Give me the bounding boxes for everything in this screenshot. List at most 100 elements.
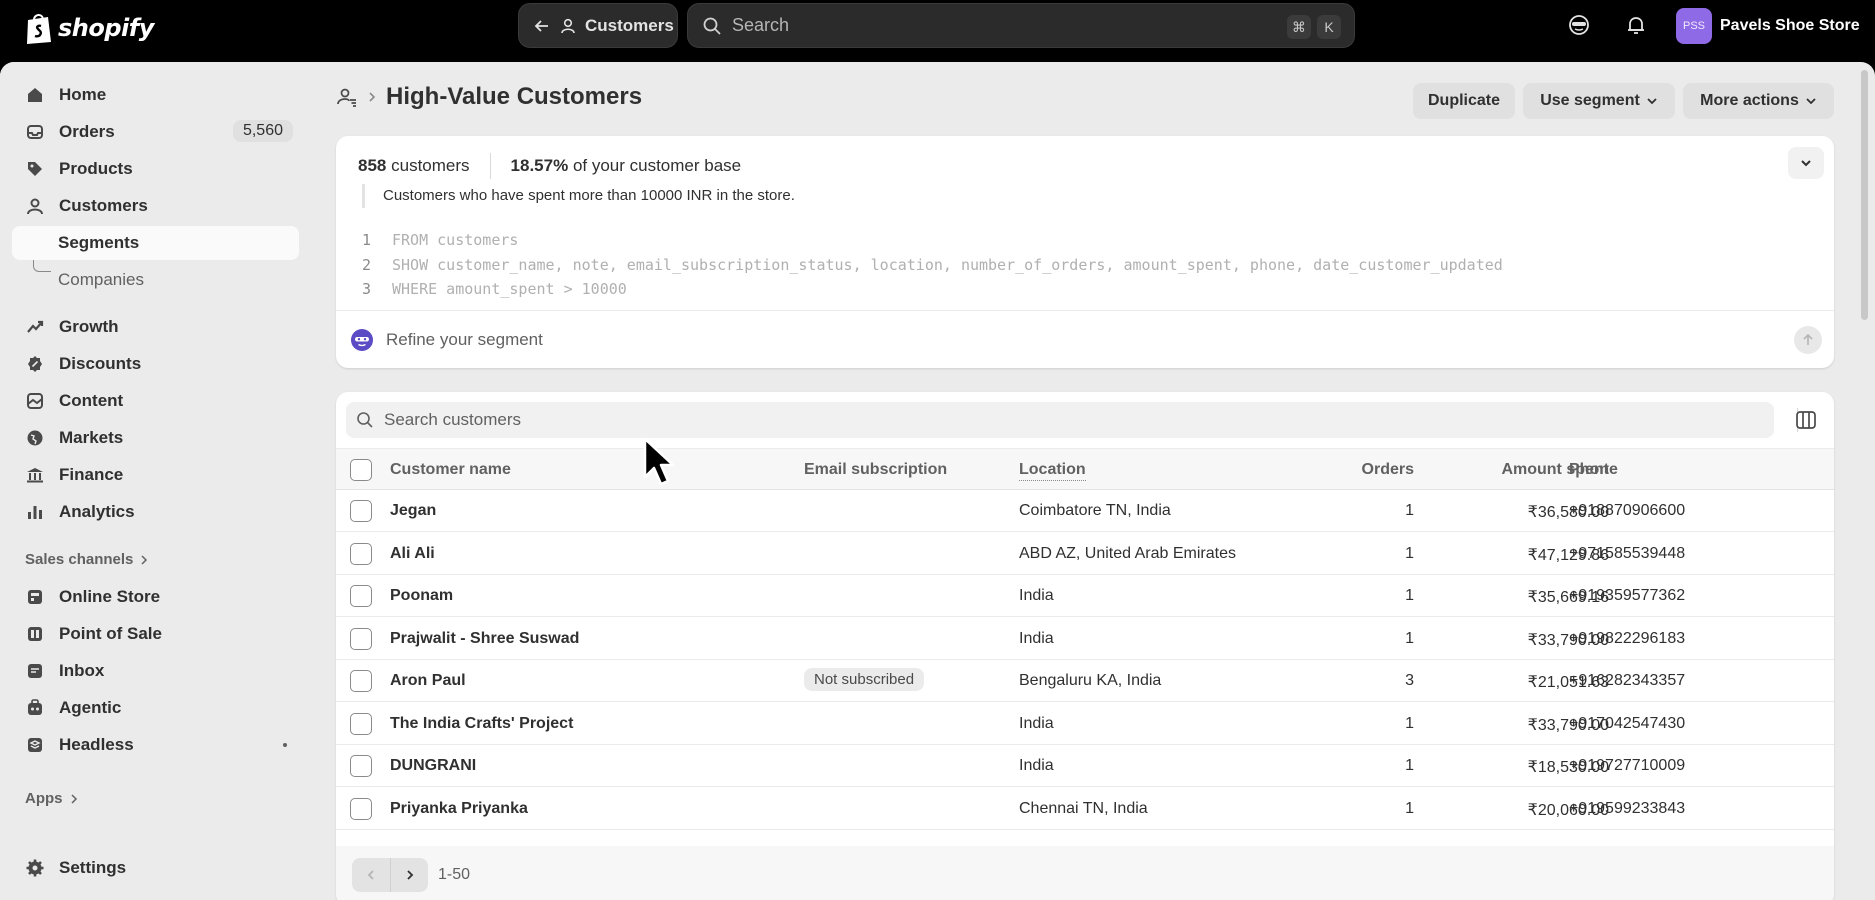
- orders-count-badge: 5,560: [232, 120, 293, 142]
- sidebar-item-products[interactable]: Products: [12, 152, 299, 186]
- back-to-customers-button[interactable]: Customers: [518, 3, 678, 48]
- row-checkbox[interactable]: [350, 585, 372, 607]
- bell-icon[interactable]: [1624, 13, 1648, 37]
- table-row[interactable]: Priyanka Priyanka Chennai TN, India 1 ₹20,0…: [336, 787, 1834, 830]
- customer-name[interactable]: The India Crafts' Project: [390, 715, 573, 733]
- submit-refine-button[interactable]: [1794, 326, 1822, 354]
- chevron-right-icon: [70, 793, 77, 804]
- row-checkbox[interactable]: [350, 542, 372, 565]
- header-email-subscription[interactable]: Email subscription: [804, 461, 947, 479]
- main-content: High-Value Customers Duplicate Use segme…: [314, 62, 1875, 900]
- customer-name[interactable]: Priyanka Priyanka: [390, 800, 528, 818]
- customer-name[interactable]: Ali Ali: [390, 545, 435, 563]
- select-all-checkbox[interactable]: [350, 459, 372, 481]
- customer-orders: 1: [1405, 757, 1414, 774]
- sidebar-item-content[interactable]: Content: [12, 384, 299, 418]
- search-customers-input[interactable]: Search customers: [346, 402, 1774, 438]
- table-row[interactable]: The India Crafts' Project India 1 ₹33,790.0…: [336, 702, 1834, 745]
- sidebar-item-inbox[interactable]: Inbox: [12, 654, 299, 688]
- sidebar-item-orders[interactable]: Orders 5,560: [12, 115, 299, 149]
- search-placeholder: Search: [732, 15, 790, 35]
- query-line: 1 FROM customers: [362, 228, 1503, 253]
- row-checkbox[interactable]: [350, 712, 372, 735]
- sidebar-item-segments[interactable]: Segments: [12, 226, 299, 260]
- sidebar-item-agentic[interactable]: Agentic: [12, 691, 299, 725]
- sidebar-item-label: Products: [59, 159, 133, 178]
- use-segment-button[interactable]: Use segment: [1523, 83, 1675, 119]
- customer-name[interactable]: Aron Paul: [390, 672, 466, 690]
- row-checkbox[interactable]: [350, 670, 372, 692]
- table-row[interactable]: Ali Ali ABD AZ, United Arab Emirates 1 ₹47,…: [336, 532, 1834, 575]
- customer-name[interactable]: Prajwalit - Shree Suswad: [390, 630, 579, 648]
- sidebar-item-analytics[interactable]: Analytics: [12, 495, 299, 529]
- sidebar-item-discounts[interactable]: Discounts: [12, 347, 299, 381]
- shopify-wordmark: shopify: [58, 14, 154, 42]
- sidebar-item-settings[interactable]: Settings: [12, 851, 299, 885]
- refine-placeholder: Refine your segment: [386, 329, 543, 349]
- sidebar-item-online-store[interactable]: Online Store: [12, 580, 299, 614]
- header-orders[interactable]: Orders: [1362, 461, 1414, 479]
- header-location[interactable]: Location: [1019, 461, 1086, 481]
- sidebar-item-growth[interactable]: Growth: [12, 310, 299, 344]
- customer-name[interactable]: DUNGRANI: [390, 757, 476, 775]
- table-row[interactable]: Aron Paul Not subscribed Bengaluru KA, Ind…: [336, 660, 1834, 702]
- customer-orders: 3: [1405, 672, 1414, 689]
- sidebar-item-label: Headless: [59, 735, 134, 754]
- back-label: Customers: [585, 15, 674, 35]
- customer-phone: +919599233843: [1569, 799, 1686, 817]
- page-scrollbar[interactable]: [1861, 70, 1868, 320]
- sidebar-item-label: Markets: [59, 428, 124, 447]
- row-checkbox[interactable]: [350, 627, 372, 650]
- next-page-button[interactable]: [390, 858, 428, 892]
- header-phone[interactable]: Phone: [1569, 461, 1618, 479]
- sidebar-item-headless[interactable]: Headless: [12, 728, 299, 762]
- refine-segment-input[interactable]: Refine your segment: [336, 310, 1834, 368]
- sidebar-item-finance[interactable]: Finance: [12, 458, 299, 492]
- row-checkbox[interactable]: [350, 797, 372, 820]
- customer-orders: 1: [1405, 544, 1414, 562]
- mouse-cursor-icon: [643, 437, 675, 486]
- customer-location: Bengaluru KA, India: [1019, 672, 1162, 689]
- global-search-input[interactable]: Search ⌘ K: [687, 3, 1355, 48]
- columns-icon[interactable]: [1794, 408, 1818, 432]
- table-row[interactable]: Prajwalit - Shree Suswad India 1 ₹33,790.00…: [336, 617, 1834, 660]
- store-icon: [28, 590, 42, 604]
- more-actions-button[interactable]: More actions: [1683, 83, 1834, 119]
- customer-name[interactable]: Jegan: [390, 502, 436, 520]
- row-checkbox[interactable]: [350, 755, 372, 777]
- table-row[interactable]: DUNGRANI India 1 ₹18,530.00 +919727710009: [336, 745, 1834, 787]
- sidekick-icon[interactable]: [1567, 13, 1591, 37]
- chevron-left-icon: [367, 870, 374, 880]
- sales-channels-heading[interactable]: Sales channels: [25, 551, 149, 568]
- store-menu[interactable]: PSS Pavels Shoe Store: [1676, 8, 1860, 44]
- header-customer-name[interactable]: Customer name: [390, 461, 511, 479]
- search-icon: [357, 412, 373, 428]
- previous-page-button[interactable]: [352, 858, 390, 892]
- query-text: WHERE amount_spent > 10000: [392, 280, 627, 298]
- table-row[interactable]: Jegan Coimbatore TN, India 1 ₹36,580.00 +918…: [336, 490, 1834, 532]
- agent-icon: [28, 699, 42, 715]
- sidebar-item-markets[interactable]: Markets: [12, 421, 299, 455]
- customer-phone: +919359577362: [1569, 587, 1686, 604]
- query-editor[interactable]: 1 FROM customers 2 SHOW customer_name, not…: [362, 228, 1503, 302]
- apps-heading[interactable]: Apps: [25, 790, 79, 807]
- segment-person-icon[interactable]: [336, 86, 358, 108]
- chat-icon: [28, 664, 42, 678]
- sidebar-item-label: Finance: [59, 465, 124, 484]
- line-number: 1: [362, 231, 372, 249]
- sidebar-item-label: Inbox: [59, 661, 105, 680]
- pagination-buttons: [352, 858, 428, 892]
- table-row[interactable]: Poonam India 1 ₹35,669.16 +919359577362: [336, 575, 1834, 617]
- sidebar-item-companies[interactable]: Companies: [12, 263, 299, 297]
- sidebar-item-customers[interactable]: Customers: [12, 189, 299, 223]
- table-header: Customer name Email subscription Locatio…: [336, 448, 1834, 490]
- duplicate-button[interactable]: Duplicate: [1413, 83, 1515, 119]
- shopify-logo[interactable]: shopify: [24, 11, 154, 45]
- sidebar-item-point-of-sale[interactable]: Point of Sale: [12, 617, 299, 651]
- customer-name[interactable]: Poonam: [390, 587, 453, 605]
- sidebar-item-home[interactable]: Home: [12, 78, 299, 112]
- customer-location: India: [1019, 757, 1054, 774]
- row-checkbox[interactable]: [350, 500, 372, 522]
- cmd-key: ⌘: [1287, 15, 1311, 39]
- collapse-editor-button[interactable]: [1788, 147, 1824, 179]
